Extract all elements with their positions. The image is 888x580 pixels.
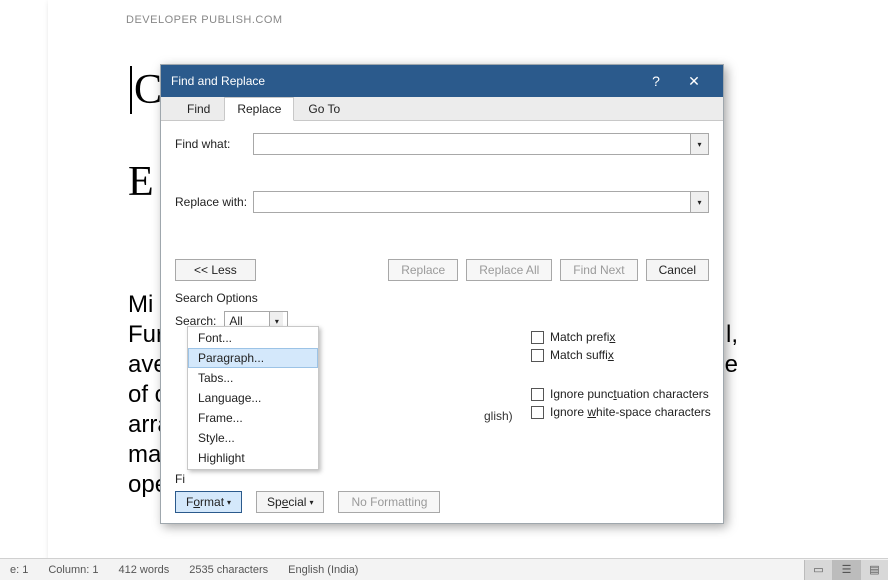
status-language[interactable]: English (India) [278,564,368,576]
special-button[interactable]: Special▾ [256,491,324,513]
status-bar: e: 1 Column: 1 412 words 2535 characters… [0,558,888,580]
menu-language[interactable]: Language... [188,388,318,408]
chevron-down-icon[interactable]: ▾ [690,192,708,212]
help-button[interactable]: ? [637,65,675,97]
find-next-button[interactable]: Find Next [560,259,637,281]
dialog-titlebar[interactable]: Find and Replace ? ✕ [161,65,723,97]
view-web-layout-icon[interactable]: ▤ [860,560,888,580]
replace-all-button[interactable]: Replace All [466,259,552,281]
find-what-label: Find what: [175,137,253,151]
match-options-1: Match prefix Match suffix [531,330,615,362]
tab-goto[interactable]: Go To [296,98,352,120]
replace-button[interactable]: Replace [388,259,458,281]
watermark: DEVELOPER PUBLISH.COM [126,14,283,26]
format-button[interactable]: Format▾ [175,491,242,513]
close-button[interactable]: ✕ [675,65,713,97]
status-page[interactable]: e: 1 [0,564,38,576]
menu-style[interactable]: Style... [188,428,318,448]
dialog-title: Find and Replace [171,74,265,88]
chevron-down-icon[interactable]: ▾ [690,134,708,154]
format-popup-menu: Font... Paragraph... Tabs... Language...… [187,326,319,470]
doc-text-c: C [130,66,162,114]
no-formatting-button[interactable]: No Formatting [338,491,440,513]
ignore-punct-checkbox[interactable]: Ignore punctuation characters [531,387,711,401]
status-words[interactable]: 412 words [109,564,180,576]
dialog-body: Find what: ▾ Replace with: ▾ << Less Rep… [161,121,723,347]
caret-down-icon: ▾ [227,498,231,507]
caret-down-icon: ▾ [309,498,313,507]
tab-strip: Find Replace Go To [161,97,723,121]
doc-text-e: E [128,158,154,206]
less-button[interactable]: << Less [175,259,256,281]
ignore-whitespace-checkbox[interactable]: Ignore white-space characters [531,405,711,419]
cancel-button[interactable]: Cancel [646,259,709,281]
tab-replace[interactable]: Replace [224,97,294,121]
status-column[interactable]: Column: 1 [38,564,108,576]
menu-frame[interactable]: Frame... [188,408,318,428]
view-print-layout-icon[interactable]: ☰ [832,560,860,580]
menu-font[interactable]: Font... [188,328,318,348]
tab-find[interactable]: Find [175,98,222,120]
view-read-mode-icon[interactable]: ▭ [804,560,832,580]
find-section-label: Fi [175,472,185,486]
match-prefix-checkbox[interactable]: Match prefix [531,330,615,344]
menu-paragraph[interactable]: Paragraph... [188,348,318,368]
language-text-fragment: glish) [484,409,513,423]
replace-with-label: Replace with: [175,195,253,209]
find-what-input[interactable]: ▾ [253,133,709,155]
search-options-label: Search Options [175,291,709,305]
match-suffix-checkbox[interactable]: Match suffix [531,348,615,362]
menu-tabs[interactable]: Tabs... [188,368,318,388]
match-options-2: Ignore punctuation characters Ignore whi… [531,387,711,419]
status-chars[interactable]: 2535 characters [179,564,278,576]
menu-highlight[interactable]: Highlight [188,448,318,468]
replace-with-input[interactable]: ▾ [253,191,709,213]
